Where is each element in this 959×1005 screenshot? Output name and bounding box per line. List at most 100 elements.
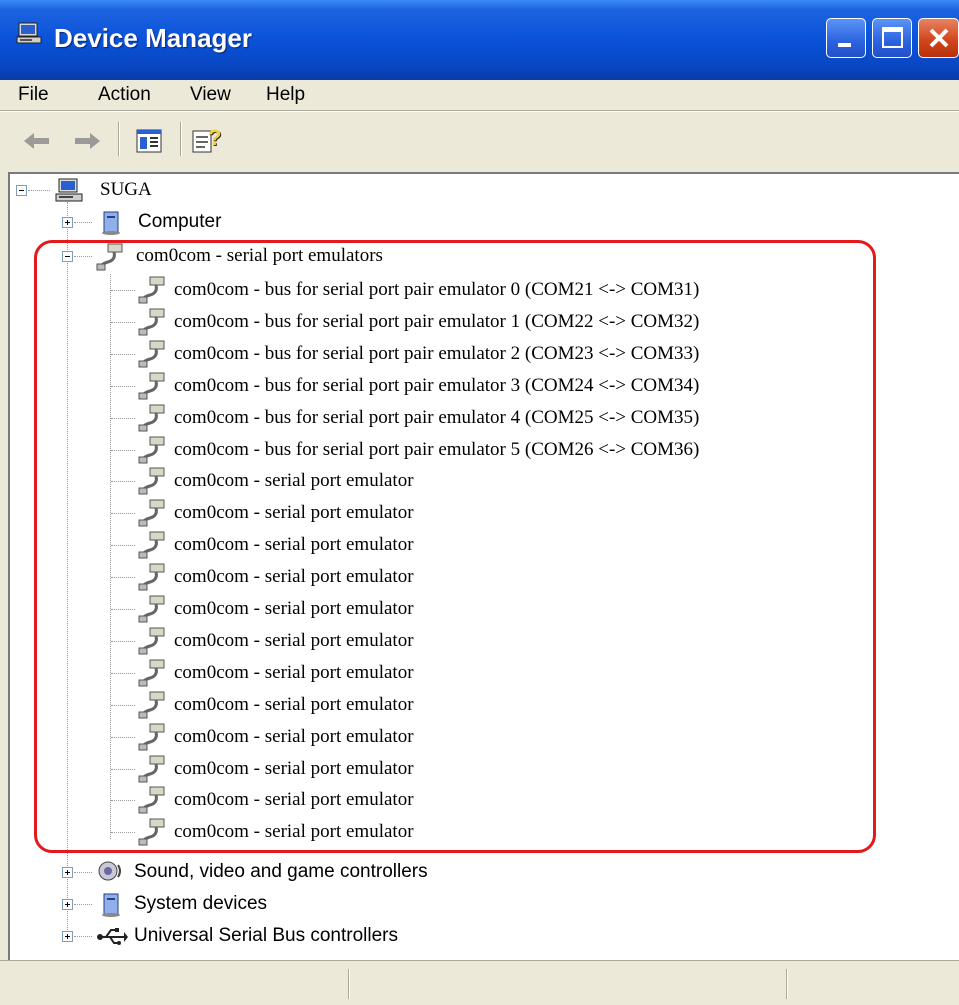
computer-icon xyxy=(55,178,83,202)
tree-item-label: com0com - serial port emulator xyxy=(174,598,414,619)
tree-connector xyxy=(111,386,135,388)
device-manager-window: Device Manager File Action View Help ? ?… xyxy=(0,0,959,1005)
tree-connector xyxy=(74,872,92,874)
tree-connector xyxy=(111,641,135,643)
collapse-toggle[interactable] xyxy=(16,185,27,196)
collapse-toggle[interactable] xyxy=(62,251,73,262)
tree-connector xyxy=(111,545,135,547)
tree-connector xyxy=(74,936,92,938)
menu-file[interactable]: File xyxy=(18,80,49,110)
tree-item-label: com0com - bus for serial port pair emula… xyxy=(174,375,700,396)
minimize-button[interactable] xyxy=(826,18,866,58)
show-hide-console-tree-icon[interactable] xyxy=(136,129,162,153)
tree-item-label: com0com - serial port emulator xyxy=(174,789,414,810)
serial-port-icon xyxy=(138,723,165,751)
forward-arrow-icon[interactable] xyxy=(74,132,100,150)
serial-port-icon xyxy=(138,499,165,527)
tree-connector xyxy=(111,737,135,739)
tree-connector xyxy=(111,577,135,579)
tree-connector xyxy=(74,904,92,906)
tree-label-computer: Computer xyxy=(138,211,222,232)
serial-port-icon xyxy=(138,276,165,304)
tree-guide xyxy=(67,202,69,940)
title-bar[interactable]: Device Manager xyxy=(0,0,959,80)
tree-item-label: com0com - serial port emulator xyxy=(174,566,414,587)
expand-toggle[interactable] xyxy=(62,217,73,228)
back-arrow-icon[interactable] xyxy=(24,132,50,150)
minimize-icon xyxy=(838,43,851,47)
tree-label-sound: Sound, video and game controllers xyxy=(134,861,428,882)
device-tree[interactable]: SUGA Computer com0com - serial port emul… xyxy=(8,172,959,960)
status-bar xyxy=(0,960,959,1005)
expand-toggle[interactable] xyxy=(62,867,73,878)
tree-label-com0com-group: com0com - serial port emulators xyxy=(136,245,383,266)
serial-port-icon xyxy=(138,755,165,783)
speaker-icon xyxy=(98,861,121,881)
svg-text:?: ? xyxy=(208,126,221,150)
maximize-button[interactable] xyxy=(872,18,912,58)
tree-connector xyxy=(111,322,135,324)
serial-port-icon xyxy=(138,786,165,814)
tree-item-label: com0com - bus for serial port pair emula… xyxy=(174,407,700,428)
tree-item-label: com0com - serial port emulator xyxy=(174,758,414,779)
tree-item-label: com0com - bus for serial port pair emula… xyxy=(174,439,700,460)
tree-item-label: com0com - bus for serial port pair emula… xyxy=(174,311,700,332)
tree-item-label: com0com - bus for serial port pair emula… xyxy=(174,343,700,364)
tree-item-label: com0com - serial port emulator xyxy=(174,662,414,683)
serial-port-icon xyxy=(138,436,165,464)
computer-icon xyxy=(16,22,42,44)
tree-item-label: com0com - serial port emulator xyxy=(174,630,414,651)
menu-bar: File Action View Help xyxy=(0,80,959,110)
serial-port-icon xyxy=(138,563,165,591)
tree-connector xyxy=(111,481,135,483)
expand-toggle[interactable] xyxy=(62,899,73,910)
menu-view[interactable]: View xyxy=(190,80,231,110)
tree-connector xyxy=(74,222,92,224)
serial-port-icon xyxy=(138,340,165,368)
toolbar-separator xyxy=(180,122,182,156)
close-icon xyxy=(929,28,949,48)
tree-connector xyxy=(111,769,135,771)
status-divider xyxy=(786,969,788,999)
serial-port-icon xyxy=(138,372,165,400)
serial-port-icon xyxy=(138,818,165,846)
tree-label-usb-controllers: Universal Serial Bus controllers xyxy=(134,925,398,946)
usb-icon xyxy=(97,928,128,945)
expand-toggle[interactable] xyxy=(62,931,73,942)
serial-port-icon xyxy=(138,627,165,655)
menu-help[interactable]: Help xyxy=(266,80,305,110)
serial-port-icon xyxy=(138,467,165,495)
serial-port-icon xyxy=(138,595,165,623)
properties-help-icon[interactable]: ? ? xyxy=(192,126,222,154)
close-button[interactable] xyxy=(918,18,959,58)
tree-connector xyxy=(111,418,135,420)
tree-connector xyxy=(28,190,50,192)
tree-connector xyxy=(111,290,135,292)
system-device-icon xyxy=(102,893,120,917)
tree-connector xyxy=(111,832,135,834)
tree-item-label: com0com - serial port emulator xyxy=(174,726,414,747)
computer-tower-icon xyxy=(102,211,120,235)
tree-item-label: com0com - serial port emulator xyxy=(174,534,414,555)
maximize-icon xyxy=(882,27,903,48)
toolbar: ? ? xyxy=(0,112,959,168)
toolbar-separator xyxy=(118,122,120,156)
tree-item-label: com0com - bus for serial port pair emula… xyxy=(174,279,700,300)
tree-connector xyxy=(74,256,92,258)
serial-port-icon xyxy=(96,243,123,271)
tree-guide xyxy=(110,274,112,839)
menu-action[interactable]: Action xyxy=(98,80,151,110)
tree-label-root: SUGA xyxy=(100,179,152,200)
window-title: Device Manager xyxy=(54,23,252,53)
tree-item-label: com0com - serial port emulator xyxy=(174,470,414,491)
serial-port-icon xyxy=(138,691,165,719)
serial-port-icon xyxy=(138,531,165,559)
tree-item-label: com0com - serial port emulator xyxy=(174,694,414,715)
tree-connector xyxy=(111,609,135,611)
tree-item-label: com0com - serial port emulator xyxy=(174,502,414,523)
serial-port-icon xyxy=(138,404,165,432)
status-divider xyxy=(348,969,350,999)
tree-connector xyxy=(111,513,135,515)
tree-connector xyxy=(111,705,135,707)
serial-port-icon xyxy=(138,659,165,687)
